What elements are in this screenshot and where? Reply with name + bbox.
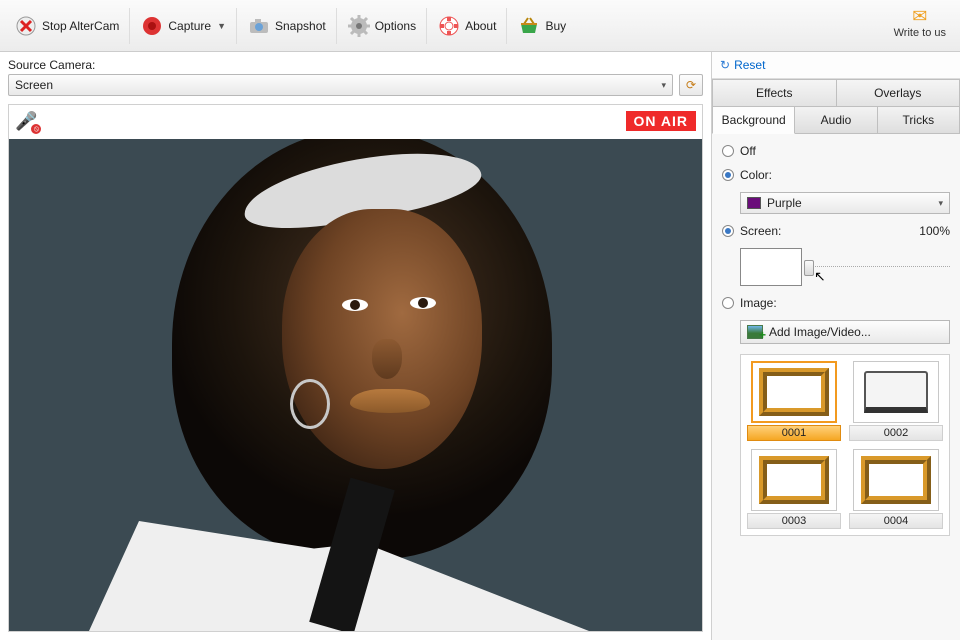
source-selected-value: Screen: [15, 78, 53, 92]
reset-icon: ↻: [720, 58, 730, 72]
radio-image[interactable]: [722, 297, 734, 309]
lifebuoy-icon: [437, 14, 461, 38]
radio-off[interactable]: [722, 145, 734, 157]
source-camera-row: Source Camera: Screen ▾ ⟳: [0, 52, 711, 100]
tabs-primary: Effects Overlays: [712, 79, 960, 107]
bg-option-color[interactable]: Color:: [722, 168, 950, 182]
tabs-secondary: Background Audio Tricks: [712, 107, 960, 134]
bg-color-select[interactable]: Purple ▾: [740, 192, 950, 214]
bg-option-image[interactable]: Image:: [722, 296, 950, 310]
camera-icon: [247, 14, 271, 38]
main-toolbar: Stop AlterCam Capture ▼ Snapshot Options…: [0, 0, 960, 52]
bg-option-screen-row: Screen: 100%: [722, 224, 950, 238]
chevron-down-icon: ▾: [938, 198, 943, 209]
bg-thumb-0002[interactable]: 0002: [849, 361, 943, 441]
separator: [336, 8, 337, 44]
screen-opacity-slider[interactable]: ↖: [808, 258, 950, 276]
bg-screen-label: Screen:: [740, 224, 781, 238]
source-camera-select[interactable]: Screen ▾: [8, 74, 673, 96]
write-to-us-label: Write to us: [894, 27, 946, 39]
separator: [426, 8, 427, 44]
add-image-label: Add Image/Video...: [769, 325, 871, 339]
bg-screen-percent: 100%: [919, 224, 950, 238]
slider-track: [808, 266, 950, 267]
background-panel: Off Color: Purple ▾ Screen: 100%: [712, 134, 960, 640]
preview-container: 🎤⦸ ON AIR: [8, 104, 703, 632]
screen-slider-row: ↖: [740, 248, 950, 286]
radio-color[interactable]: [722, 169, 734, 181]
radio-screen[interactable]: [722, 225, 734, 237]
about-label: About: [465, 19, 496, 33]
tab-effects[interactable]: Effects: [712, 79, 837, 107]
stop-altercam-button[interactable]: Stop AlterCam: [6, 10, 127, 42]
tab-background[interactable]: Background: [712, 107, 795, 134]
preview-header: 🎤⦸ ON AIR: [9, 105, 702, 139]
screen-region-thumb[interactable]: [740, 248, 802, 286]
color-swatch: [747, 197, 761, 209]
bg-option-off[interactable]: Off: [722, 144, 950, 158]
bg-image-label: Image:: [740, 296, 777, 310]
add-image-video-button[interactable]: Add Image/Video...: [740, 320, 950, 344]
reset-button[interactable]: ↻ Reset: [712, 52, 960, 79]
separator: [236, 8, 237, 44]
capture-label: Capture: [168, 19, 211, 33]
basket-icon: [517, 14, 541, 38]
bg-off-label: Off: [740, 144, 756, 158]
left-pane: Source Camera: Screen ▾ ⟳ 🎤⦸ ON AIR: [0, 52, 712, 640]
thumb-caption: 0003: [747, 513, 841, 529]
gear-icon: [347, 14, 371, 38]
tab-overlays[interactable]: Overlays: [837, 79, 960, 107]
thumb-caption: 0004: [849, 513, 943, 529]
buy-button[interactable]: Buy: [509, 10, 574, 42]
chevron-down-icon: ▼: [217, 21, 226, 31]
stop-label: Stop AlterCam: [42, 19, 119, 33]
write-to-us-button[interactable]: ✉ Write to us: [888, 4, 952, 41]
separator: [506, 8, 507, 44]
mic-muted-icon[interactable]: 🎤⦸: [15, 111, 37, 132]
bg-thumb-0001[interactable]: 0001: [747, 361, 841, 441]
capture-button[interactable]: Capture ▼: [132, 10, 234, 42]
cursor-icon: ↖: [814, 268, 826, 285]
on-air-badge: ON AIR: [626, 111, 696, 131]
slider-handle[interactable]: [804, 260, 814, 276]
thumb-caption: 0001: [747, 425, 841, 441]
source-camera-label: Source Camera:: [8, 58, 703, 72]
refresh-icon: ⟳: [686, 78, 696, 92]
tab-audio[interactable]: Audio: [795, 107, 877, 134]
about-button[interactable]: About: [429, 10, 504, 42]
separator: [129, 8, 130, 44]
source-controls: Screen ▾ ⟳: [8, 74, 703, 96]
record-icon: [140, 14, 164, 38]
bg-thumb-0003[interactable]: 0003: [747, 449, 841, 529]
tab-tricks[interactable]: Tricks: [878, 107, 960, 134]
bg-color-label: Color:: [740, 168, 772, 182]
reset-label: Reset: [734, 58, 765, 72]
video-preview: [9, 139, 702, 631]
bg-thumb-0004[interactable]: 0004: [849, 449, 943, 529]
chevron-down-icon: ▾: [661, 80, 666, 91]
buy-label: Buy: [545, 19, 566, 33]
content-area: Source Camera: Screen ▾ ⟳ 🎤⦸ ON AIR: [0, 52, 960, 640]
stop-icon: [14, 14, 38, 38]
snapshot-button[interactable]: Snapshot: [239, 10, 334, 42]
options-button[interactable]: Options: [339, 10, 424, 42]
thumb-caption: 0002: [849, 425, 943, 441]
right-panel: ↻ Reset Effects Overlays Background Audio…: [712, 52, 960, 640]
picture-plus-icon: [747, 325, 763, 339]
refresh-sources-button[interactable]: ⟳: [679, 74, 703, 96]
options-label: Options: [375, 19, 416, 33]
bg-image-thumbnails: 0001 0002 0003 0004: [740, 354, 950, 536]
snapshot-label: Snapshot: [275, 19, 326, 33]
bg-color-value: Purple: [767, 196, 802, 210]
mail-icon: ✉: [894, 6, 946, 27]
bg-option-screen[interactable]: Screen:: [722, 224, 781, 238]
